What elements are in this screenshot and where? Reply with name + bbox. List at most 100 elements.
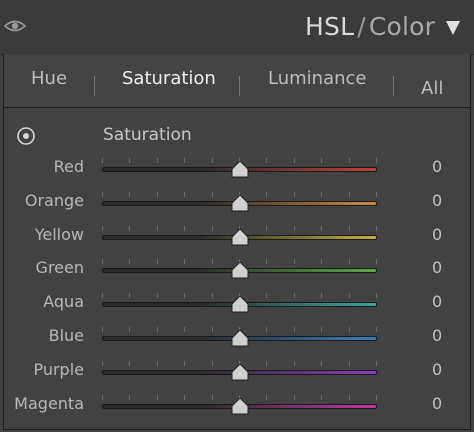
slider-tick: [157, 293, 158, 298]
slider-value[interactable]: 0: [432, 292, 442, 311]
slider-tick: [102, 327, 103, 332]
slider-label: Purple: [33, 360, 84, 379]
slider-tick: [266, 192, 267, 197]
slider-row-magenta: Magenta 0: [4, 390, 470, 424]
panel-title: HSL / Color: [305, 12, 435, 41]
slider-tick: [376, 395, 377, 400]
target-icon[interactable]: [16, 126, 36, 146]
slider-tick: [266, 293, 267, 298]
slider-tick: [266, 327, 267, 332]
slider-value[interactable]: 0: [432, 157, 442, 176]
slider-tick: [376, 327, 377, 332]
slider-thumb-icon[interactable]: [231, 161, 249, 178]
hsl-color-panel: HSL / Color Hue Saturation Luminance All S…: [0, 0, 474, 432]
slider-label: Yellow: [34, 225, 84, 244]
slider-tick: [349, 361, 350, 366]
slider-tick: [212, 192, 213, 197]
slider-tick: [212, 293, 213, 298]
title-separator: /: [357, 12, 366, 41]
slider-value[interactable]: 0: [432, 360, 442, 379]
slider-tick: [349, 192, 350, 197]
slider-row-yellow: Yellow 0: [4, 221, 470, 255]
slider-thumb-icon[interactable]: [231, 296, 249, 313]
slider-label: Green: [35, 258, 84, 277]
slider-row-orange: Orange 0: [4, 187, 470, 221]
slider-tick: [184, 361, 185, 366]
slider-tick: [102, 395, 103, 400]
slider-tick: [212, 361, 213, 366]
slider-tick: [294, 192, 295, 197]
slider-tick: [184, 259, 185, 264]
tab-all[interactable]: All: [421, 78, 443, 99]
slider-tick: [376, 361, 377, 366]
slider-thumb-icon[interactable]: [231, 330, 249, 347]
slider-value[interactable]: 0: [432, 191, 442, 210]
slider-tick: [321, 361, 322, 366]
tab-bar: Hue Saturation Luminance All: [4, 54, 470, 108]
slider-tick: [376, 226, 377, 231]
triangle-down-icon[interactable]: [446, 21, 460, 35]
panel-header[interactable]: HSL / Color: [0, 0, 474, 55]
slider-tick: [157, 327, 158, 332]
tab-saturation[interactable]: Saturation: [122, 68, 216, 89]
slider-tick: [129, 395, 130, 400]
slider-tick: [102, 361, 103, 366]
slider-tick: [266, 226, 267, 231]
tab-hue[interactable]: Hue: [31, 68, 67, 89]
slider-tick: [349, 226, 350, 231]
title-hsl[interactable]: HSL: [305, 12, 354, 41]
slider-thumb-icon[interactable]: [231, 195, 249, 212]
slider-tick: [184, 293, 185, 298]
slider-tick: [294, 293, 295, 298]
slider-tick: [129, 293, 130, 298]
slider-tick: [349, 293, 350, 298]
slider-label: Orange: [24, 191, 84, 210]
slider-tick: [266, 361, 267, 366]
slider-tick: [294, 361, 295, 366]
tab-divider: [94, 76, 95, 96]
slider-tick: [212, 259, 213, 264]
slider-tick: [321, 259, 322, 264]
eye-icon[interactable]: [4, 17, 26, 35]
slider-tick: [157, 259, 158, 264]
slider-row-red: Red 0: [4, 153, 470, 187]
slider-tick: [129, 361, 130, 366]
slider-tick: [212, 158, 213, 163]
slider-tick: [376, 293, 377, 298]
slider-tick: [102, 293, 103, 298]
slider-tick: [266, 259, 267, 264]
slider-tick: [321, 158, 322, 163]
tab-luminance[interactable]: Luminance: [268, 68, 366, 89]
slider-value[interactable]: 0: [432, 258, 442, 277]
slider-value[interactable]: 0: [432, 394, 442, 413]
slider-value[interactable]: 0: [432, 225, 442, 244]
slider-tick: [184, 226, 185, 231]
slider-value[interactable]: 0: [432, 326, 442, 345]
slider-tick: [294, 395, 295, 400]
slider-tick: [349, 259, 350, 264]
slider-tick: [266, 395, 267, 400]
slider-row-purple: Purple 0: [4, 356, 470, 390]
slider-tick: [102, 192, 103, 197]
slider-tick: [157, 192, 158, 197]
slider-tick: [294, 259, 295, 264]
slider-tick: [129, 192, 130, 197]
slider-tick: [266, 158, 267, 163]
slider-tick: [321, 293, 322, 298]
slider-thumb-icon[interactable]: [231, 262, 249, 279]
slider-tick: [321, 226, 322, 231]
slider-row-aqua: Aqua 0: [4, 288, 470, 322]
slider-tick: [321, 327, 322, 332]
slider-thumb-icon[interactable]: [231, 364, 249, 381]
slider-tick: [376, 158, 377, 163]
slider-tick: [184, 158, 185, 163]
slider-tick: [212, 226, 213, 231]
slider-tick: [129, 158, 130, 163]
title-color[interactable]: Color: [369, 12, 435, 41]
slider-thumb-icon[interactable]: [231, 229, 249, 246]
slider-tick: [129, 259, 130, 264]
tab-divider: [239, 76, 240, 96]
slider-tick: [129, 327, 130, 332]
slider-thumb-icon[interactable]: [231, 398, 249, 415]
slider-tick: [212, 327, 213, 332]
